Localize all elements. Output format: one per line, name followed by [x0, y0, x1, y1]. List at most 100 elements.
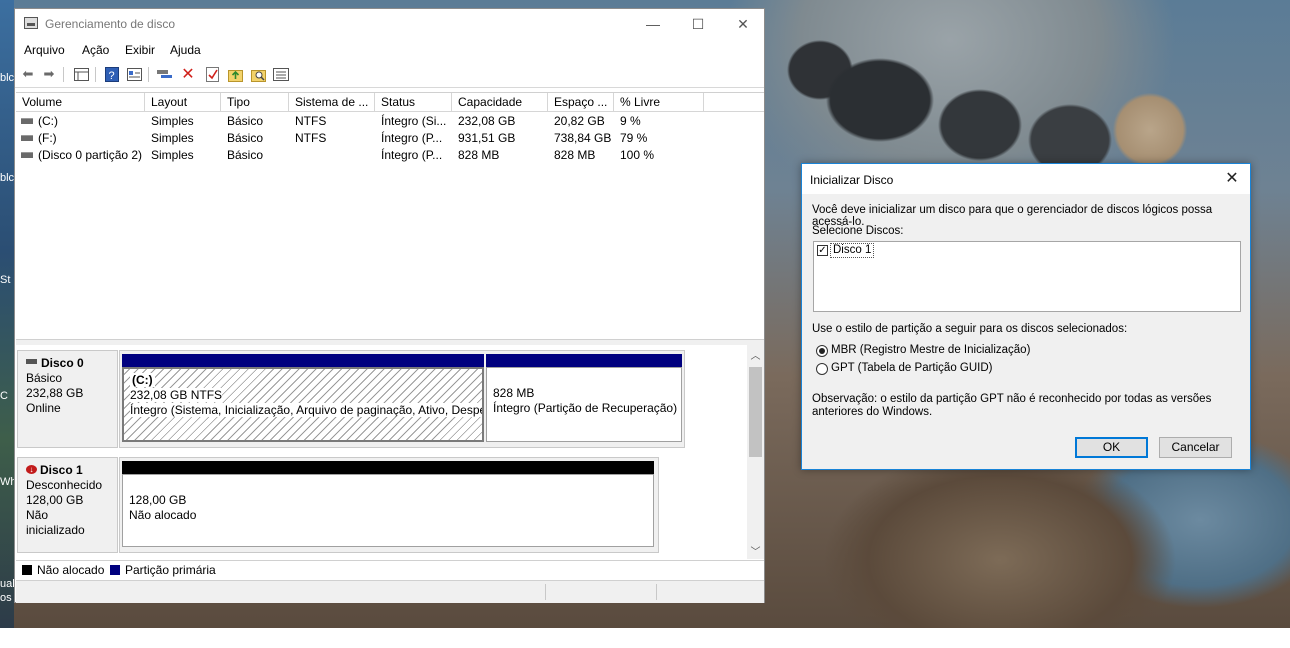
free-space-cell: 738,84 GB [554, 131, 612, 145]
free-space-cell: 20,82 GB [554, 114, 605, 128]
disk-graphical-view: Disco 0 Básico 232,88 GB Online (C:) 232… [16, 345, 764, 559]
volume-icon [21, 117, 33, 124]
forward-arrow-icon[interactable]: ➡ [41, 66, 57, 82]
partition-body: 828 MB Íntegro (Partição de Recuperação) [486, 367, 682, 442]
column-status[interactable]: Status [375, 93, 452, 111]
column-layout[interactable]: Layout [145, 93, 221, 111]
disk-1-partitions: 128,00 GB Não alocado [119, 457, 659, 553]
column-volume[interactable]: Volume [16, 93, 145, 111]
properties-icon[interactable] [126, 66, 142, 82]
disk-0-label[interactable]: Disco 0 Básico 232,88 GB Online [17, 350, 118, 448]
up-folder-icon[interactable] [227, 66, 243, 82]
column-espaco[interactable]: Espaço ... [548, 93, 614, 111]
fs-cell: NTFS [295, 114, 327, 128]
disk-size: 232,88 GB [26, 386, 84, 400]
status-cell: Íntegro (Si... [381, 114, 447, 128]
help-icon[interactable]: ? [104, 66, 120, 82]
desktop-icon-label[interactable]: C [0, 390, 8, 402]
partition-status: Íntegro (Partição de Recuperação) [493, 401, 678, 415]
partition-size: 828 MB [493, 386, 535, 400]
menu-arquivo[interactable]: Arquivo [24, 43, 65, 57]
search-icon[interactable] [250, 66, 266, 82]
vertical-scrollbar[interactable]: ︿ ﹀ [747, 345, 764, 559]
tipo-cell: Básico [227, 131, 264, 145]
connect-icon[interactable] [157, 66, 173, 82]
desktop-icon-label[interactable]: St [0, 274, 10, 286]
initialize-disk-dialog: Inicializar Disco ✕ Você deve inicializa… [801, 163, 1251, 470]
desktop-icon-label[interactable]: os [0, 592, 12, 604]
list-view-icon[interactable] [73, 66, 89, 82]
mbr-radio[interactable] [816, 345, 828, 357]
toolbar-separator [95, 67, 96, 82]
tipo-cell: Básico [227, 148, 264, 162]
partition-c[interactable]: (C:) 232,08 GB NTFS Íntegro (Sistema, In… [122, 354, 484, 442]
menu-bar: Arquivo Ação Exibir Ajuda [15, 40, 764, 60]
maximize-button[interactable]: ☐ [675, 13, 721, 35]
disk-type: Básico [26, 371, 63, 385]
column-livre[interactable]: % Livre [614, 93, 704, 111]
legend: Não alocado Partição primária [16, 560, 764, 579]
disk-1-list-item[interactable]: Disco 1 [830, 243, 875, 258]
disk-1-checkbox[interactable]: ✓ [817, 245, 828, 256]
disk-name: Disco 0 [41, 356, 84, 370]
title-bar[interactable]: Gerenciamento de disco — ☐ ✕ [15, 9, 764, 39]
disk-icon [26, 359, 37, 365]
toolbar: ⬅ ➡ ? ✕ [15, 63, 764, 88]
toolbar-separator [148, 67, 149, 82]
status-bar [16, 580, 764, 603]
layout-cell: Simples [151, 131, 194, 145]
gpt-option-label[interactable]: GPT (Tabela de Partição GUID) [831, 362, 993, 374]
column-tipo[interactable]: Tipo [221, 93, 289, 111]
status-divider [656, 584, 657, 600]
unallocated-space[interactable]: 128,00 GB Não alocado [122, 461, 654, 547]
column-capacidade[interactable]: Capacidade [452, 93, 548, 111]
layout-cell: Simples [151, 148, 194, 162]
check-icon[interactable] [204, 66, 220, 82]
ok-button[interactable]: OK [1075, 437, 1148, 458]
minimize-button[interactable]: — [630, 13, 676, 35]
scroll-up-icon[interactable]: ︿ [747, 347, 764, 362]
percent-free-cell: 79 % [620, 131, 648, 145]
menu-ajuda[interactable]: Ajuda [170, 43, 201, 57]
column-sistema[interactable]: Sistema de ... [289, 93, 375, 111]
disk-management-window: Gerenciamento de disco — ☐ ✕ Arquivo Açã… [14, 8, 765, 603]
table-row[interactable]: (F:) Simples Básico NTFS Íntegro (P... 9… [16, 130, 764, 147]
table-row[interactable]: (Disco 0 partição 2) Simples Básico Ínte… [16, 147, 764, 164]
close-icon[interactable]: ✕ [1220, 168, 1244, 190]
legend-swatch-unallocated [22, 565, 32, 575]
gpt-radio[interactable] [816, 363, 828, 375]
desktop-icon-label[interactable]: blc [0, 72, 14, 84]
desktop-icon-label[interactable]: ual [0, 578, 15, 590]
back-arrow-icon[interactable]: ⬅ [20, 66, 36, 82]
disk-selection-list[interactable]: ✓ Disco 1 [813, 241, 1241, 312]
status-cell: Íntegro (P... [381, 148, 443, 162]
partition-size: 128,00 GB [129, 493, 187, 507]
menu-acao[interactable]: Ação [82, 43, 109, 57]
delete-icon[interactable]: ✕ [180, 66, 196, 83]
percent-free-cell: 100 % [620, 148, 655, 162]
svg-text:?: ? [109, 70, 115, 82]
disk-1-label[interactable]: ↓ Disco 1 Desconhecido 128,00 GB Não inic… [17, 457, 118, 553]
mbr-option-label[interactable]: MBR (Registro Mestre de Inicialização) [831, 344, 1030, 356]
table-row[interactable]: (C:) Simples Básico NTFS Íntegro (Si... … [16, 113, 764, 130]
scroll-down-icon[interactable]: ﹀ [747, 543, 764, 558]
cancel-button[interactable]: Cancelar [1159, 437, 1232, 458]
disk-type: Desconhecido [26, 478, 103, 492]
primary-partition-bar [122, 354, 484, 367]
close-button[interactable]: ✕ [720, 13, 766, 35]
dialog-title-bar[interactable]: Inicializar Disco ✕ [802, 164, 1250, 194]
partition-status: Não alocado [129, 508, 197, 522]
scrollbar-thumb[interactable] [749, 367, 762, 457]
partition-recovery[interactable]: 828 MB Íntegro (Partição de Recuperação) [486, 354, 682, 442]
menu-exibir[interactable]: Exibir [125, 43, 155, 57]
disk-offline-icon: ↓ [26, 465, 37, 475]
dialog-title: Inicializar Disco [810, 173, 894, 187]
details-icon[interactable] [273, 66, 289, 82]
percent-free-cell: 9 % [620, 114, 641, 128]
desktop-icon-label[interactable]: blc [0, 172, 14, 184]
volume-cell: (C:) [21, 113, 58, 130]
partition-style-label: Use o estilo de partição a seguir para o… [812, 323, 1128, 335]
desktop-icon-strip [0, 0, 14, 628]
disk-management-icon [24, 17, 38, 29]
primary-partition-bar [486, 354, 682, 367]
